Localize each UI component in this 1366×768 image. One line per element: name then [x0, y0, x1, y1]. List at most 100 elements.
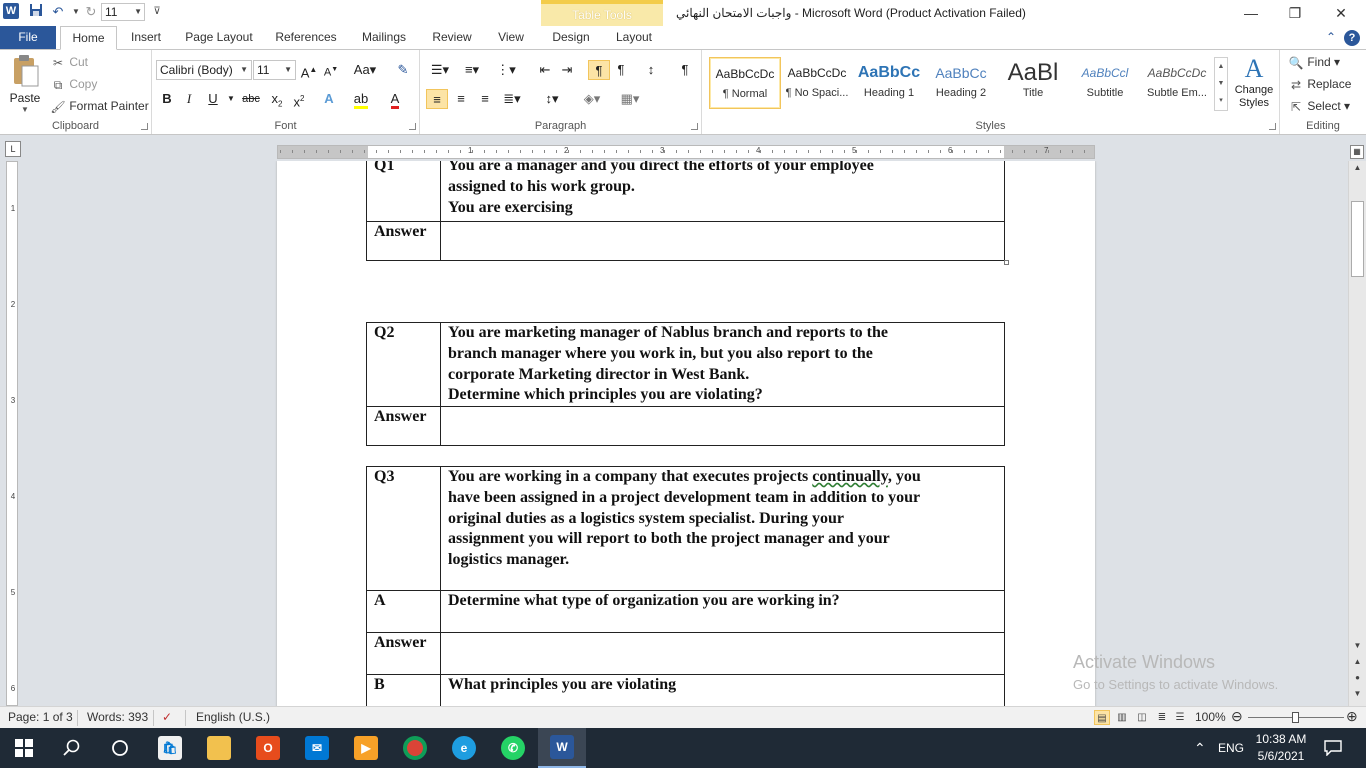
- save-icon[interactable]: [27, 3, 45, 21]
- paste-button[interactable]: Paste ▼: [6, 54, 44, 114]
- media-player-icon[interactable]: ▶: [342, 728, 390, 768]
- zoom-out-icon[interactable]: ⊖: [1231, 708, 1243, 725]
- format-painter-button[interactable]: 🖌 Format Painter: [50, 96, 148, 116]
- font-name-combo[interactable]: Calibri (Body) ▼: [156, 60, 252, 80]
- line-spacing-button[interactable]: ↕▾: [538, 89, 566, 109]
- q3-question[interactable]: You are working in a company that execut…: [440, 466, 1005, 591]
- scrollbar-thumb[interactable]: [1351, 201, 1364, 277]
- office-icon[interactable]: O: [244, 728, 292, 768]
- zoom-level[interactable]: 100%: [1195, 710, 1226, 724]
- minimize-button[interactable]: —: [1228, 2, 1274, 24]
- sort-button[interactable]: ↕: [640, 60, 662, 80]
- redo-icon[interactable]: ↻: [82, 3, 100, 21]
- replace-button[interactable]: ⇄ Replace: [1288, 74, 1351, 94]
- q3-b-question[interactable]: What principles you are violating: [440, 674, 1005, 706]
- q3-label[interactable]: Q3: [366, 466, 441, 591]
- web-layout-icon[interactable]: ◫: [1134, 710, 1150, 725]
- tray-overflow-icon[interactable]: ⌃: [1194, 728, 1206, 768]
- zoom-slider-thumb[interactable]: [1292, 712, 1299, 723]
- tab-file[interactable]: File: [0, 26, 56, 50]
- styles-launcher-icon[interactable]: [1269, 123, 1276, 130]
- q1-answer-cell[interactable]: [440, 221, 1005, 261]
- file-explorer-icon[interactable]: [195, 728, 243, 768]
- store-icon[interactable]: 🛍: [146, 728, 194, 768]
- tab-view[interactable]: View: [488, 26, 534, 50]
- edge-icon[interactable]: e: [440, 728, 488, 768]
- tab-review[interactable]: Review: [424, 26, 480, 50]
- cut-button[interactable]: ✂ Cut: [50, 52, 88, 72]
- tab-insert[interactable]: Insert: [122, 26, 170, 50]
- q3-a-question[interactable]: Determine what type of organization you …: [440, 590, 1005, 633]
- select-button[interactable]: ⇱ Select ▾: [1288, 96, 1350, 116]
- tab-page-layout[interactable]: Page Layout: [178, 26, 260, 50]
- show-formatting-button[interactable]: ¶: [674, 60, 696, 80]
- start-button[interactable]: [0, 728, 48, 768]
- numbering-button[interactable]: ≡▾: [458, 60, 486, 80]
- justify-button[interactable]: ≣▾: [498, 89, 526, 109]
- zoom-in-icon[interactable]: ⊕: [1346, 708, 1358, 725]
- align-center-button[interactable]: ≡: [450, 89, 472, 109]
- print-layout-view-icon[interactable]: ▤: [1094, 710, 1110, 725]
- input-language[interactable]: ENG: [1218, 728, 1244, 768]
- vertical-scrollbar[interactable]: ▲ ▼ ▲ ● ▼: [1348, 161, 1366, 706]
- subscript-button[interactable]: x2: [266, 89, 288, 109]
- strikethrough-button[interactable]: abc: [238, 89, 264, 109]
- text-effects-button[interactable]: A: [318, 89, 340, 109]
- borders-button[interactable]: ▦▾: [616, 89, 644, 109]
- change-case-button[interactable]: Aa▾: [350, 60, 380, 80]
- language-indicator[interactable]: English (U.S.): [196, 710, 270, 724]
- next-page-icon[interactable]: ▼: [1349, 689, 1366, 698]
- tab-home[interactable]: Home: [60, 26, 117, 50]
- page-count[interactable]: Page: 1 of 3: [8, 710, 73, 724]
- q1-question[interactable]: You are a manager and you direct the eff…: [440, 161, 1005, 222]
- paragraph-launcher-icon[interactable]: [691, 123, 698, 130]
- vertical-ruler[interactable]: 1 2 3 4 5 6: [6, 161, 18, 706]
- scroll-down-icon[interactable]: ▼: [1349, 641, 1366, 650]
- tab-design[interactable]: Design: [541, 26, 601, 50]
- left-to-right-button[interactable]: ¶: [588, 60, 610, 80]
- tab-references[interactable]: References: [268, 26, 344, 50]
- style-title[interactable]: AaBl Title: [997, 57, 1069, 109]
- q2-label[interactable]: Q2: [366, 321, 441, 408]
- style-subtle-emphasis[interactable]: AaBbCcDc Subtle Em...: [1141, 57, 1213, 109]
- q1-answer-label[interactable]: Answer: [366, 221, 441, 261]
- horizontal-ruler[interactable]: 1 2 3 4 5 6 7: [277, 145, 1095, 159]
- outline-view-icon[interactable]: ≣: [1154, 710, 1170, 725]
- browse-object-icon[interactable]: ●: [1349, 673, 1366, 682]
- font-color-button[interactable]: A: [384, 89, 406, 109]
- align-left-button[interactable]: ≡: [426, 89, 448, 109]
- q3-spelling-flag[interactable]: continually: [812, 468, 888, 485]
- draft-view-icon[interactable]: ☰: [1172, 710, 1188, 725]
- copy-button[interactable]: ⧉ Copy: [50, 74, 98, 94]
- full-screen-reading-icon[interactable]: ▥: [1114, 710, 1130, 725]
- qat-font-size-box[interactable]: 11 ▼: [101, 3, 145, 21]
- scroll-up-icon[interactable]: ▲: [1349, 163, 1366, 172]
- help-icon[interactable]: ?: [1344, 30, 1360, 46]
- word-app-icon[interactable]: W: [3, 3, 19, 19]
- q3-b-label[interactable]: B: [366, 674, 441, 706]
- style-subtitle[interactable]: AaBbCcl Subtitle: [1069, 57, 1141, 109]
- q2-answer-cell[interactable]: [440, 406, 1005, 447]
- q3-answer-label[interactable]: Answer: [366, 632, 441, 675]
- q3-a-label[interactable]: A: [366, 590, 441, 633]
- decrease-indent-button[interactable]: ⇤: [534, 60, 556, 80]
- multilevel-list-button[interactable]: ⋮▾: [492, 60, 520, 80]
- change-styles-button[interactable]: A Change Styles: [1230, 54, 1278, 110]
- grow-font-button[interactable]: A▲: [298, 60, 320, 80]
- search-icon[interactable]: [48, 728, 96, 768]
- whatsapp-icon[interactable]: ✆: [489, 728, 537, 768]
- previous-page-icon[interactable]: ▲: [1349, 657, 1366, 666]
- proofing-icon[interactable]: ✓: [162, 710, 172, 724]
- bold-button[interactable]: B: [156, 89, 178, 109]
- italic-button[interactable]: I: [178, 89, 200, 109]
- action-center-icon[interactable]: [1324, 728, 1342, 768]
- collapse-ribbon-icon[interactable]: ⌃: [1326, 30, 1336, 46]
- shrink-font-button[interactable]: A▼: [320, 60, 342, 80]
- font-size-combo[interactable]: 11 ▼: [253, 60, 296, 80]
- word-count[interactable]: Words: 393: [87, 710, 148, 724]
- word-taskbar-icon[interactable]: W: [538, 728, 586, 768]
- q2-answer-label[interactable]: Answer: [366, 406, 441, 447]
- style-heading-1[interactable]: AaBbCc Heading 1: [853, 57, 925, 109]
- tab-mailings[interactable]: Mailings: [352, 26, 416, 50]
- document-page[interactable]: Q1 You are a manager and you direct the …: [277, 161, 1095, 706]
